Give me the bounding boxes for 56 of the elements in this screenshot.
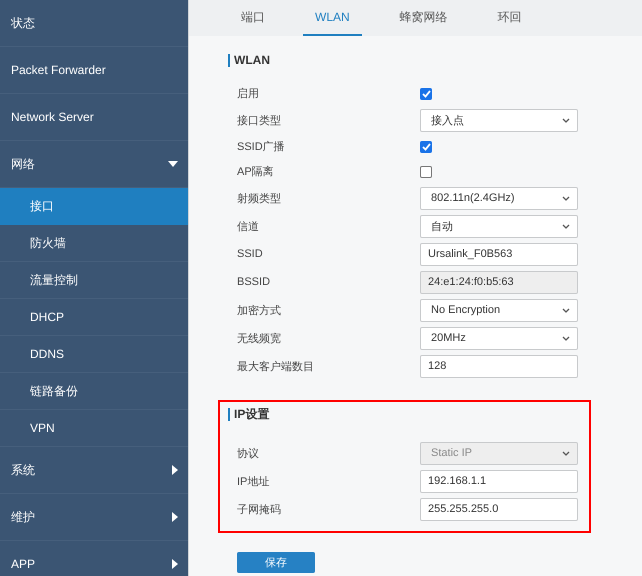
sidebar-item[interactable]: Packet Forwarder — [0, 47, 188, 94]
sidebar-item[interactable]: 状态 — [0, 0, 188, 47]
field-label: 启用 — [237, 86, 260, 101]
sidebar-item[interactable]: 维护 — [0, 494, 188, 541]
tab[interactable]: 蜂窝网络 — [388, 0, 460, 36]
sidebar-subitem[interactable]: VPN — [0, 410, 188, 447]
caret-right-icon — [172, 559, 178, 569]
sidebar-item[interactable]: Network Server — [0, 94, 188, 141]
field-label: 无线频宽 — [237, 332, 282, 346]
input-field[interactable]: 192.168.1.1 — [420, 470, 578, 492]
chevron-down-icon — [562, 336, 570, 340]
select-field[interactable]: 接入点 — [420, 108, 578, 132]
field-label: 子网掩码 — [237, 502, 282, 516]
sidebar-subitem[interactable]: DDNS — [0, 336, 188, 373]
field-label: 加密方式 — [237, 304, 282, 318]
section-title: WLAN — [228, 54, 591, 67]
save-button[interactable]: 保存 — [237, 552, 315, 573]
sidebar-subitem[interactable]: 链路备份 — [0, 373, 188, 410]
sidebar-subitem[interactable]: 流量控制 — [0, 262, 188, 299]
chevron-down-icon — [562, 450, 570, 456]
tab[interactable]: 端口 — [229, 0, 277, 36]
field-label: SSID广播 — [237, 140, 286, 154]
chevron-down-icon — [562, 196, 570, 200]
field-label: 最大客户端数目 — [237, 360, 315, 374]
select-field[interactable]: 20MHz — [420, 326, 578, 350]
select-field[interactable]: 自动 — [420, 214, 578, 238]
checkbox[interactable] — [420, 166, 432, 178]
input-field[interactable]: Ursalink_F0B563 — [420, 242, 578, 266]
checkbox[interactable] — [420, 140, 432, 152]
chevron-down-icon — [562, 224, 570, 228]
section-title: IP设置 — [228, 408, 589, 421]
input-field[interactable]: 128 — [420, 354, 578, 378]
field-label: 信道 — [237, 220, 260, 234]
chevron-down-icon — [562, 308, 570, 312]
sidebar-subitem[interactable]: DHCP — [0, 299, 188, 336]
field-label: IP地址 — [237, 474, 270, 488]
caret-right-icon — [172, 465, 178, 475]
chevron-down-icon — [562, 118, 570, 122]
sidebar-subitem[interactable]: 接口 — [0, 188, 188, 225]
field-label: AP隔离 — [237, 164, 275, 179]
select-field[interactable]: No Encryption — [420, 298, 578, 322]
field-label: 接口类型 — [237, 114, 282, 128]
tab[interactable]: 环回 — [486, 0, 534, 36]
sidebar-subitem[interactable]: 防火墙 — [0, 225, 188, 262]
field-label: 协议 — [237, 446, 260, 460]
sidebar-item[interactable]: 系统 — [0, 447, 188, 494]
checkbox[interactable] — [420, 88, 432, 100]
field-label: BSSID — [237, 276, 272, 288]
select-field[interactable]: 802.11n(2.4GHz) — [420, 186, 578, 210]
field-label: 射频类型 — [237, 192, 282, 206]
caret-down-icon — [168, 161, 178, 167]
sidebar-item[interactable]: APP — [0, 541, 188, 576]
tab[interactable]: WLAN — [303, 0, 362, 36]
input-field[interactable]: 255.255.255.0 — [420, 498, 578, 520]
caret-right-icon — [172, 512, 178, 522]
field-label: SSID — [237, 248, 264, 260]
